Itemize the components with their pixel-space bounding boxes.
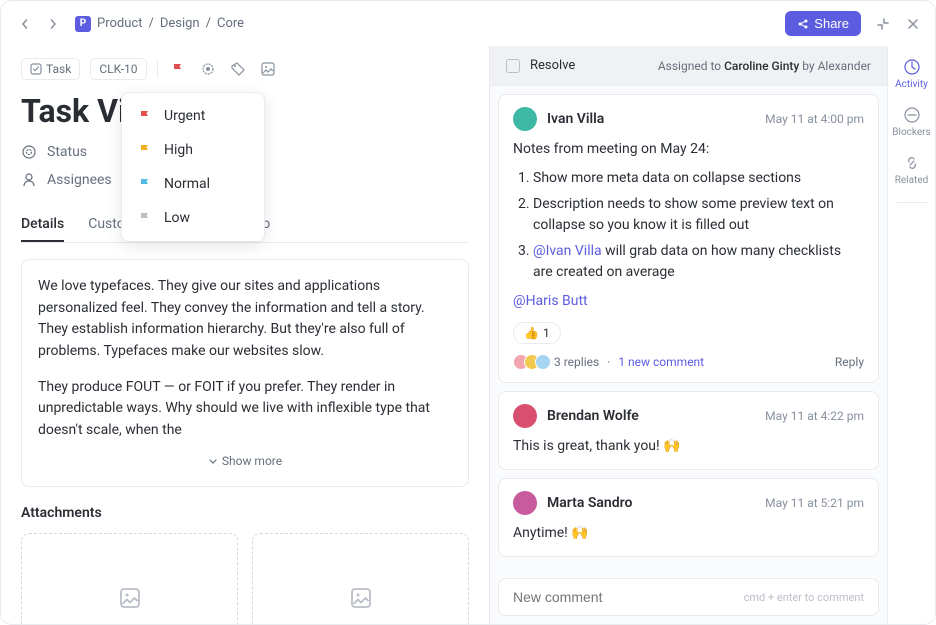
collapse-icon[interactable] bbox=[875, 16, 891, 32]
close-icon[interactable] bbox=[905, 16, 921, 32]
comment-time: May 11 at 5:21 pm bbox=[765, 496, 864, 510]
comment-card: Brendan Wolfe May 11 at 4:22 pm This is … bbox=[498, 391, 879, 470]
attachment-placeholder[interactable] bbox=[21, 533, 238, 624]
comment-time: May 11 at 4:00 pm bbox=[765, 112, 864, 126]
breadcrumb-item[interactable]: Product bbox=[97, 16, 142, 31]
comment-author: Brendan Wolfe bbox=[547, 408, 639, 424]
show-more-button[interactable]: Show more bbox=[38, 448, 452, 471]
avatar bbox=[513, 491, 537, 515]
tag-icon[interactable] bbox=[228, 59, 248, 79]
breadcrumb-space-icon: P bbox=[75, 16, 91, 32]
reply-count[interactable]: 3 replies bbox=[554, 355, 599, 369]
priority-option-normal[interactable]: Normal bbox=[122, 167, 264, 201]
new-comment-box[interactable]: cmd + enter to comment bbox=[498, 578, 879, 616]
comment-time: May 11 at 4:22 pm bbox=[765, 409, 864, 423]
description-text: They produce FOUT — or FOIT if you prefe… bbox=[38, 377, 452, 442]
resolve-bar: Resolve Assigned to Caroline Ginty by Al… bbox=[490, 46, 887, 86]
breadcrumb-item[interactable]: Design bbox=[160, 16, 200, 31]
app-header: P Product / Design / Core Share bbox=[1, 1, 935, 46]
description-text: We love typefaces. They give our sites a… bbox=[38, 276, 452, 363]
priority-option-low[interactable]: Low bbox=[122, 201, 264, 235]
priority-option-urgent[interactable]: Urgent bbox=[122, 99, 264, 133]
tab-details[interactable]: Details bbox=[21, 208, 64, 242]
reply-avatars bbox=[513, 354, 546, 370]
priority-option-high[interactable]: High bbox=[122, 133, 264, 167]
resolve-checkbox[interactable] bbox=[506, 59, 520, 73]
priority-dropdown: Urgent High Normal Low bbox=[121, 92, 265, 242]
activity-panel: Resolve Assigned to Caroline Ginty by Al… bbox=[489, 46, 887, 624]
nav-back-button[interactable] bbox=[15, 14, 35, 34]
tab-custom[interactable]: Custo bbox=[88, 208, 124, 242]
nav-forward-button[interactable] bbox=[43, 14, 63, 34]
share-button[interactable]: Share bbox=[785, 11, 861, 36]
image-icon[interactable] bbox=[258, 59, 278, 79]
comment-body: This is great, thank you! 🙌 bbox=[513, 436, 864, 457]
task-detail-panel: Task CLK-10 bbox=[1, 46, 489, 624]
attachment-placeholder[interactable] bbox=[252, 533, 469, 624]
avatar bbox=[513, 404, 537, 428]
comment-card: Marta Sandro May 11 at 5:21 pm Anytime! … bbox=[498, 478, 879, 557]
comment-list: Ivan Villa May 11 at 4:00 pm Notes from … bbox=[490, 86, 887, 570]
reply-button[interactable]: Reply bbox=[835, 355, 864, 369]
comment-author: Ivan Villa bbox=[547, 111, 604, 127]
assigned-text: Assigned to Caroline Ginty by Alexander bbox=[658, 59, 871, 73]
rail-blockers[interactable]: Blockers bbox=[892, 106, 930, 138]
breadcrumb[interactable]: P Product / Design / Core bbox=[75, 16, 244, 32]
rail-activity[interactable]: Activity bbox=[895, 58, 928, 90]
submit-hint: cmd + enter to comment bbox=[744, 591, 864, 604]
task-type-badge[interactable]: Task bbox=[21, 58, 80, 80]
comment-author: Marta Sandro bbox=[547, 495, 632, 511]
new-comment-input[interactable] bbox=[513, 589, 744, 605]
sprint-icon[interactable] bbox=[198, 59, 218, 79]
comment-card: Ivan Villa May 11 at 4:00 pm Notes from … bbox=[498, 94, 879, 383]
comment-body: Anytime! 🙌 bbox=[513, 523, 864, 544]
new-comment-badge[interactable]: 1 new comment bbox=[618, 355, 704, 369]
avatar bbox=[513, 107, 537, 131]
task-id-badge[interactable]: CLK-10 bbox=[90, 58, 146, 80]
comment-body: Notes from meeting on May 24: Show more … bbox=[513, 139, 864, 312]
priority-flag-icon[interactable] bbox=[168, 59, 188, 79]
resolve-label: Resolve bbox=[530, 58, 575, 73]
description-box[interactable]: We love typefaces. They give our sites a… bbox=[21, 259, 469, 487]
mention[interactable]: @Haris Butt bbox=[513, 293, 588, 309]
breadcrumb-item[interactable]: Core bbox=[217, 16, 244, 31]
side-rail: Activity Blockers Related bbox=[887, 46, 935, 624]
mention[interactable]: @Ivan Villa bbox=[533, 243, 602, 259]
reaction-button[interactable]: 👍 1 bbox=[513, 322, 561, 344]
attachments-heading: Attachments bbox=[21, 505, 469, 521]
rail-related[interactable]: Related bbox=[895, 154, 929, 186]
